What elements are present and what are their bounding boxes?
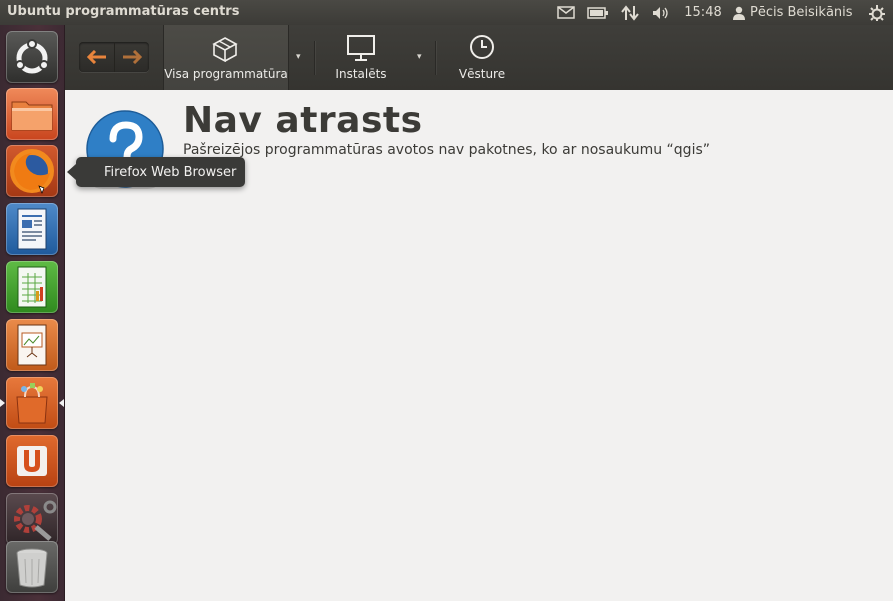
launcher-item-dash-home[interactable] [6, 31, 58, 83]
monitor-icon [347, 35, 375, 61]
user-icon [732, 3, 746, 22]
network-icon[interactable] [620, 3, 640, 22]
folder-icon [11, 101, 53, 131]
back-arrow-icon [86, 50, 106, 64]
tooltip-arrow [67, 164, 76, 180]
toolbar: Visa programmatūra ▾ Instalēts ▾ Vēsture [65, 25, 893, 91]
launcher [0, 25, 65, 601]
battery-icon[interactable] [586, 3, 610, 22]
ubuntu-logo-icon [15, 39, 49, 74]
clock[interactable]: 15:48 [682, 3, 724, 22]
settings-gears-icon [14, 500, 57, 541]
tooltip-text: Firefox Web Browser [104, 164, 237, 180]
window-title: Ubuntu programmatūras centrs [7, 4, 240, 19]
installed-button[interactable]: Instalēts [323, 25, 399, 90]
impress-presentation-icon [17, 324, 47, 366]
session-gear-icon[interactable] [867, 3, 887, 22]
mail-icon[interactable] [556, 3, 576, 22]
shopping-bag-icon [16, 383, 48, 424]
volume-icon[interactable] [651, 3, 673, 22]
forward-arrow-icon [122, 50, 142, 64]
history-nav [79, 42, 149, 72]
installed-dropdown[interactable]: ▾ [417, 52, 427, 62]
launcher-item-system-settings[interactable] [6, 493, 58, 545]
user-name[interactable]: Pēcis Beisikānis [750, 3, 860, 22]
history-button[interactable]: Vēsture [445, 25, 519, 90]
launcher-item-writer[interactable] [6, 203, 58, 255]
top-panel: Ubuntu programmatūras centrs 15:48 Pēcis… [0, 0, 893, 25]
software-box-icon [212, 37, 238, 62]
launcher-item-ubuntu-one[interactable] [6, 435, 58, 487]
toolbar-separator [435, 41, 436, 75]
launcher-item-impress[interactable] [6, 319, 58, 371]
toolbar-separator [314, 41, 315, 75]
trash-icon [16, 548, 48, 588]
writer-document-icon [17, 208, 47, 250]
not-found-message: Pašreizējos programmatūras avotos nav pa… [183, 142, 711, 158]
forward-button[interactable] [114, 42, 149, 72]
all-software-button[interactable]: Visa programmatūra [163, 25, 289, 90]
calc-spreadsheet-icon [17, 266, 47, 308]
launcher-tooltip: Firefox Web Browser [67, 157, 245, 187]
launcher-item-firefox[interactable] [6, 145, 58, 197]
launcher-item-files[interactable] [6, 88, 58, 140]
history-label: Vēsture [458, 67, 506, 81]
back-button[interactable] [79, 42, 115, 72]
launcher-item-calc[interactable] [6, 261, 58, 313]
page-title: Nav atrasts [183, 100, 423, 141]
ubuntu-one-icon [17, 446, 47, 476]
installed-label: Instalēts [335, 67, 387, 81]
all-software-label: Visa programmatūra [164, 67, 288, 81]
clock-icon [470, 35, 494, 59]
running-indicator [0, 399, 5, 407]
firefox-icon [10, 149, 54, 194]
focused-indicator [59, 399, 64, 407]
all-software-dropdown[interactable]: ▾ [296, 52, 306, 62]
launcher-item-trash[interactable] [6, 541, 58, 593]
launcher-item-software-center[interactable] [6, 377, 58, 429]
